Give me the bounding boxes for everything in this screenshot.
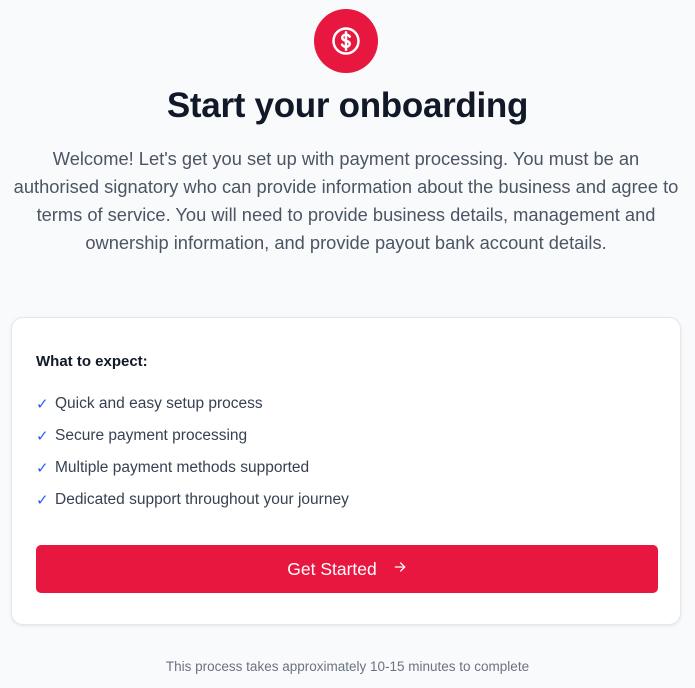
check-icon: ✓	[36, 492, 49, 509]
duration-note: This process takes approximately 10-15 m…	[165, 659, 530, 674]
brand-logo	[314, 9, 378, 73]
list-item: ✓ Secure payment processing	[36, 420, 349, 452]
dollar-circle-icon	[332, 27, 360, 55]
get-started-button[interactable]: Get Started	[36, 545, 658, 593]
list-item-label: Multiple payment methods supported	[55, 459, 310, 476]
list-item-label: Secure payment processing	[55, 427, 248, 444]
check-icon: ✓	[36, 396, 49, 413]
expectations-heading: What to expect:	[36, 353, 148, 370]
expectations-card: What to expect: ✓ Quick and easy setup p…	[11, 317, 681, 625]
expectations-list: ✓ Quick and easy setup process ✓ Secure …	[36, 388, 349, 516]
list-item-label: Dedicated support throughout your journe…	[55, 491, 349, 508]
check-icon: ✓	[36, 428, 49, 445]
list-item: ✓ Multiple payment methods supported	[36, 452, 349, 484]
list-item: ✓ Dedicated support throughout your jour…	[36, 484, 349, 516]
page-title: Start your onboarding	[166, 86, 529, 125]
check-icon: ✓	[36, 460, 49, 477]
list-item: ✓ Quick and easy setup process	[36, 388, 349, 420]
arrow-right-icon	[393, 560, 407, 578]
get-started-label: Get Started	[287, 558, 377, 579]
list-item-label: Quick and easy setup process	[55, 395, 263, 412]
intro-text: Welcome! Let's get you set up with payme…	[13, 148, 679, 253]
